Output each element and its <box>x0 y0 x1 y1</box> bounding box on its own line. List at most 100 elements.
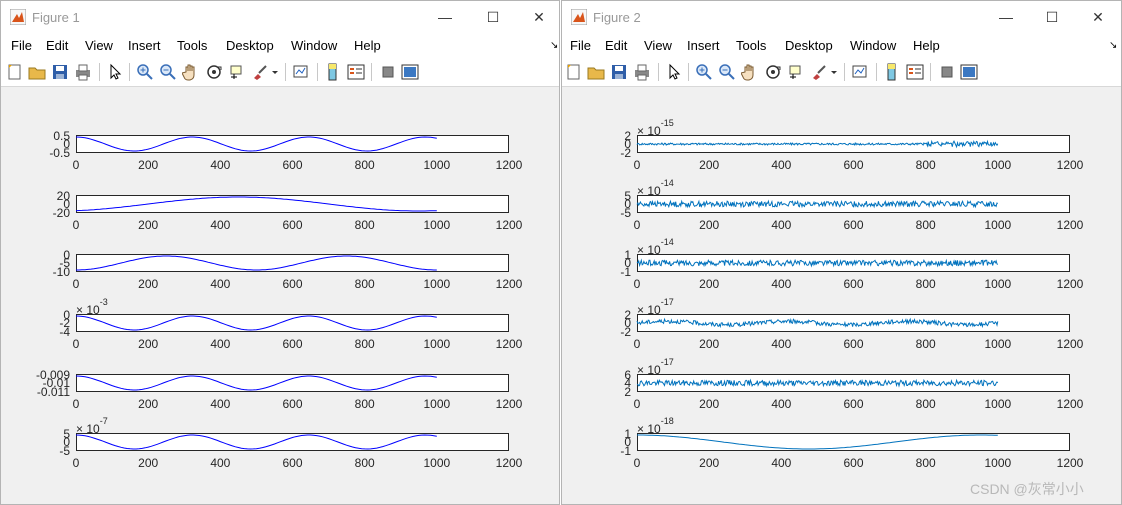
brush-icon[interactable] <box>810 63 828 81</box>
menu-edit[interactable]: Edit <box>605 38 627 53</box>
axis-exponent-label: × 10-15 <box>637 118 674 137</box>
menu-help[interactable]: Help <box>913 38 940 53</box>
brush-icon[interactable] <box>251 63 269 81</box>
x-tick-label: 200 <box>138 218 159 232</box>
menu-edit[interactable]: Edit <box>46 38 68 53</box>
x-tick-label: 200 <box>699 218 720 232</box>
zoom-in-icon[interactable] <box>695 63 713 81</box>
close-button[interactable]: ✕ <box>1075 1 1121 34</box>
menu-bar: File Edit View Insert Tools Desktop Wind… <box>1 34 559 58</box>
new-figure-icon[interactable] <box>565 63 583 81</box>
exponent-value: -17 <box>660 297 674 307</box>
x-tick-label: 0 <box>72 218 80 232</box>
exponent-prefix: × 10 <box>637 303 661 317</box>
pan-hand-icon[interactable] <box>182 63 200 81</box>
menu-file[interactable]: File <box>11 38 32 53</box>
exponent-value: -3 <box>99 297 108 307</box>
series-line <box>75 196 437 212</box>
subplot-line <box>636 258 999 268</box>
colorbar-icon[interactable] <box>883 63 901 81</box>
x-tick-label: 400 <box>210 218 231 232</box>
exponent-prefix: × 10 <box>76 422 100 436</box>
x-tick-label: 600 <box>843 218 864 232</box>
x-tick-label: 0 <box>72 397 80 411</box>
menu-desktop[interactable]: Desktop <box>226 38 274 53</box>
zoom-in-icon[interactable] <box>136 63 154 81</box>
open-file-icon[interactable] <box>28 63 46 81</box>
series-line <box>75 315 437 331</box>
x-tick-label: 1000 <box>423 277 451 291</box>
menu-view[interactable]: View <box>644 38 672 53</box>
menu-insert[interactable]: Insert <box>128 38 161 53</box>
x-tick-label: 1000 <box>984 218 1012 232</box>
save-icon[interactable] <box>51 63 69 81</box>
x-tick-label: 600 <box>282 158 303 172</box>
link-plot-icon[interactable] <box>851 63 869 81</box>
chevron-down-icon[interactable] <box>829 63 839 81</box>
rotate-3d-icon[interactable] <box>764 63 782 81</box>
menu-view[interactable]: View <box>85 38 113 53</box>
title-bar[interactable]: Figure 2 — ☐ ✕ <box>562 1 1121 34</box>
x-tick-label: 200 <box>699 456 720 470</box>
minimize-button[interactable]: — <box>983 1 1029 34</box>
select-pointer-icon[interactable] <box>106 63 124 81</box>
print-icon[interactable] <box>633 63 651 81</box>
x-tick-label: 800 <box>915 218 936 232</box>
select-pointer-icon[interactable] <box>665 63 683 81</box>
axis-exponent-label: × 10-17 <box>637 357 674 376</box>
x-tick-label: 800 <box>915 397 936 411</box>
separator <box>876 63 877 81</box>
toolbar <box>562 58 1121 87</box>
x-tick-label: 800 <box>915 158 936 172</box>
title-bar[interactable]: Figure 1 — ☐ ✕ <box>1 1 559 34</box>
series-line <box>75 434 437 450</box>
exponent-prefix: × 10 <box>637 422 661 436</box>
x-tick-label: 400 <box>771 337 792 351</box>
x-tick-label: 600 <box>282 337 303 351</box>
dock-arrow-icon[interactable]: ↘ <box>1109 40 1117 51</box>
minimize-button[interactable]: — <box>422 1 468 34</box>
close-button[interactable]: ✕ <box>516 1 562 34</box>
dock-arrow-icon[interactable]: ↘ <box>550 40 558 51</box>
menu-file[interactable]: File <box>570 38 591 53</box>
show-plot-tools-icon[interactable] <box>401 63 419 81</box>
menu-tools[interactable]: Tools <box>177 38 207 53</box>
legend-icon[interactable] <box>906 63 924 81</box>
axis-exponent-label: × 10-14 <box>637 237 674 256</box>
menu-window[interactable]: Window <box>850 38 896 53</box>
menu-insert[interactable]: Insert <box>687 38 720 53</box>
menu-desktop[interactable]: Desktop <box>785 38 833 53</box>
x-tick-label: 1000 <box>984 158 1012 172</box>
open-file-icon[interactable] <box>587 63 605 81</box>
chevron-down-icon[interactable] <box>270 63 280 81</box>
axis-exponent-label: × 10-17 <box>637 297 674 317</box>
y-tick-label: -4 <box>59 325 70 339</box>
link-plot-icon[interactable] <box>292 63 310 81</box>
show-plot-tools-icon[interactable] <box>960 63 978 81</box>
maximize-button[interactable]: ☐ <box>1029 1 1075 34</box>
save-icon[interactable] <box>610 63 628 81</box>
print-icon[interactable] <box>74 63 92 81</box>
hide-plot-tools-icon[interactable] <box>379 63 397 81</box>
new-figure-icon[interactable] <box>6 63 24 81</box>
menu-window[interactable]: Window <box>291 38 337 53</box>
zoom-out-icon[interactable] <box>718 63 736 81</box>
x-tick-label: 0 <box>633 456 641 470</box>
x-tick-label: 400 <box>771 456 792 470</box>
pan-hand-icon[interactable] <box>741 63 759 81</box>
hide-plot-tools-icon[interactable] <box>938 63 956 81</box>
x-tick-label: 200 <box>138 277 159 291</box>
subplot-line <box>636 199 999 209</box>
rotate-3d-icon[interactable] <box>205 63 223 81</box>
data-cursor-icon[interactable] <box>228 63 246 81</box>
colorbar-icon[interactable] <box>324 63 342 81</box>
legend-icon[interactable] <box>347 63 365 81</box>
maximize-button[interactable]: ☐ <box>470 1 516 34</box>
x-tick-label: 1200 <box>495 218 523 232</box>
menu-tools[interactable]: Tools <box>736 38 766 53</box>
menu-help[interactable]: Help <box>354 38 381 53</box>
zoom-out-icon[interactable] <box>159 63 177 81</box>
data-cursor-icon[interactable] <box>787 63 805 81</box>
matlab-icon <box>571 9 587 25</box>
series-line <box>636 258 999 268</box>
